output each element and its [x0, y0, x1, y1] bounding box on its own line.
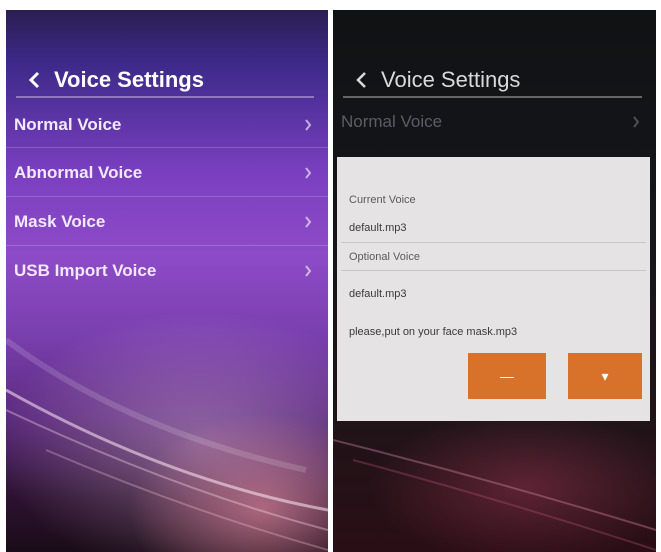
menu-item-label: Normal Voice	[14, 115, 122, 134]
dialog-divider	[341, 270, 646, 271]
dialog-divider	[341, 242, 646, 243]
app-header: Voice Settings	[6, 60, 328, 100]
left-screen: Voice Settings Normal Voice Abnormal Voi…	[6, 10, 328, 552]
chevron-right-icon	[302, 265, 314, 277]
page-title: Voice Settings	[381, 67, 521, 92]
chevron-left-icon[interactable]	[351, 70, 371, 90]
menu-item-label: Normal Voice	[341, 112, 443, 131]
chevron-right-icon	[302, 167, 314, 179]
menu-item-label: Mask Voice	[14, 212, 106, 231]
header-divider	[16, 96, 314, 98]
app-header: Voice Settings	[333, 60, 656, 100]
menu-item-mask-voice[interactable]: Mask Voice	[6, 200, 328, 244]
voice-option[interactable]: default.mp3	[349, 288, 406, 300]
voice-option[interactable]: please,put on your face mask.mp3	[349, 326, 517, 338]
menu-divider	[6, 196, 328, 197]
right-screen: Voice Settings Normal Voice Current Voic…	[333, 10, 656, 552]
menu-item-abnormal-voice[interactable]: Abnormal Voice	[6, 151, 328, 195]
cancel-button[interactable]: —	[468, 353, 546, 399]
current-voice-value: default.mp3	[349, 222, 407, 234]
chevron-left-icon[interactable]	[24, 70, 44, 90]
confirm-button[interactable]: ▾	[568, 353, 642, 399]
header-divider	[343, 96, 642, 98]
page-title: Voice Settings	[54, 67, 204, 92]
chevron-right-icon	[302, 119, 314, 131]
menu-item-usb-import-voice[interactable]: USB Import Voice	[6, 249, 328, 293]
chevron-right-icon	[630, 116, 642, 128]
menu-item-normal-voice[interactable]: Normal Voice	[6, 103, 328, 147]
menu-item-label: USB Import Voice	[14, 261, 157, 280]
optional-voice-label: Optional Voice	[349, 251, 420, 263]
menu-item-normal-voice[interactable]: Normal Voice	[333, 100, 656, 144]
menu-item-label: Abnormal Voice	[14, 163, 143, 182]
voice-select-dialog: Current Voice default.mp3 Optional Voice…	[337, 157, 650, 421]
menu-divider	[6, 245, 328, 246]
menu-divider	[6, 147, 328, 148]
current-voice-label: Current Voice	[349, 194, 416, 206]
chevron-right-icon	[302, 216, 314, 228]
